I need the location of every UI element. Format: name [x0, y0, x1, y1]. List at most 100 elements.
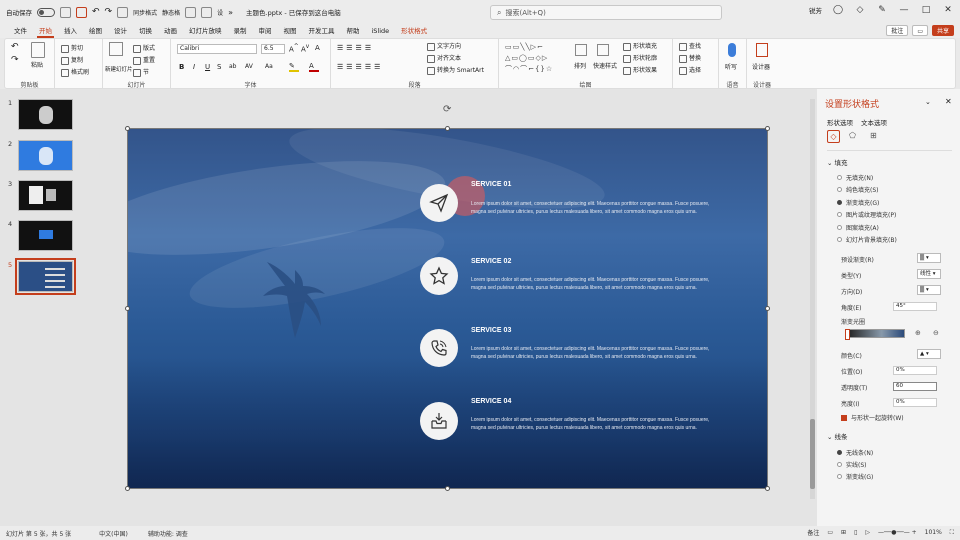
italic-button[interactable]: I — [193, 63, 195, 71]
resize-handle-sw[interactable] — [125, 486, 130, 491]
tab-design[interactable]: 设计 — [108, 24, 133, 38]
accessibility-status[interactable]: 辅助功能: 调查 — [148, 529, 188, 538]
tab-view[interactable]: 视图 — [278, 24, 303, 38]
undo-icon[interactable]: ↶ — [92, 7, 100, 17]
vertical-scrollbar[interactable] — [810, 99, 815, 499]
fill-line-icon[interactable]: ◇ — [827, 130, 840, 143]
brightness-input[interactable]: 0% — [893, 398, 937, 407]
shape-outline-button[interactable]: 形状轮廓 — [623, 53, 657, 63]
grid-icon[interactable] — [185, 6, 197, 18]
quick-format-sync[interactable]: 同步格式 — [133, 8, 157, 17]
panel-menu-icon[interactable]: ⌄ — [925, 98, 931, 106]
copy-button[interactable]: 复制 — [61, 55, 83, 65]
font-grow-button[interactable]: A^ — [289, 44, 299, 53]
image-icon[interactable] — [117, 6, 129, 18]
resize-handle-se[interactable] — [765, 486, 770, 491]
radio[interactable] — [837, 474, 842, 479]
radio-selected[interactable] — [837, 200, 842, 205]
underline-button[interactable]: U — [205, 63, 210, 71]
pen-icon[interactable]: ✎ — [876, 4, 888, 16]
section-button[interactable]: 节 — [133, 67, 149, 77]
bullets-button[interactable]: ☰☰☰☰ — [337, 44, 374, 52]
user-name[interactable]: 锐芳 — [809, 5, 822, 15]
strikethrough-button[interactable]: ab — [229, 63, 237, 70]
fill-option-gradient[interactable]: 渐变填充(G) — [837, 198, 879, 207]
resize-handle-nw[interactable] — [125, 126, 130, 131]
zoom-slider[interactable]: —──●──— + — [878, 529, 917, 536]
redo-icon[interactable]: ↷ — [105, 7, 113, 17]
shape-effects-button[interactable]: 形状效果 — [623, 65, 657, 75]
resize-handle-n[interactable] — [445, 126, 450, 131]
thumbnail-image[interactable] — [18, 140, 73, 171]
thumbnail-2[interactable]: 2 — [6, 140, 76, 174]
find-button[interactable]: 查找 — [679, 41, 701, 51]
diamond-icon[interactable]: ◇ — [854, 4, 866, 16]
quick-styles-button[interactable]: 快速样式 — [593, 61, 617, 70]
new-slide-icon[interactable] — [109, 42, 123, 56]
thumbnail-image[interactable] — [18, 99, 73, 130]
format-painter-button[interactable]: 格式刷 — [61, 67, 89, 77]
gradient-stop-bar[interactable] — [847, 329, 905, 338]
shadow-button[interactable]: S — [217, 63, 221, 71]
dictate-button[interactable]: 听写 — [725, 62, 737, 71]
search-input[interactable]: ⌕ 搜索(Alt+Q) — [490, 5, 722, 20]
resize-handle-e[interactable] — [765, 306, 770, 311]
tab-file[interactable]: 文件 — [8, 24, 33, 38]
thumbnail-5[interactable]: 5 — [6, 258, 76, 295]
share-button[interactable]: 共享 — [931, 25, 954, 36]
radio[interactable] — [837, 187, 842, 192]
more-icon[interactable]: » — [228, 8, 233, 17]
tab-developer[interactable]: 开发工具 — [303, 24, 341, 38]
file-name[interactable]: 主题色.pptx - 已保存到这台电脑 — [246, 7, 341, 17]
quick-set[interactable]: 设 — [217, 8, 223, 17]
line-section-header[interactable]: ⌄ 线条 — [827, 431, 848, 441]
checkbox-checked[interactable] — [841, 414, 847, 421]
preset-gradient-dropdown[interactable]: ▒ ▾ — [917, 253, 941, 263]
camera-button[interactable]: ▭ — [912, 25, 928, 36]
undo-button[interactable]: ↶ — [11, 42, 19, 52]
bold-button[interactable]: B — [179, 63, 184, 71]
align-text-button[interactable]: 对齐文本 — [427, 53, 461, 63]
radio[interactable] — [837, 462, 842, 467]
reading-view-icon[interactable]: ▯ — [854, 529, 857, 536]
fill-option-background[interactable]: 幻灯片背景填充(B) — [837, 235, 897, 244]
normal-view-icon[interactable]: ▭ — [827, 529, 833, 536]
select-button[interactable]: 选择 — [679, 65, 701, 75]
font-name-input[interactable]: Calibri — [177, 44, 257, 54]
thumbnail-4[interactable]: 4 — [6, 220, 76, 254]
arrange-icon[interactable] — [575, 44, 587, 56]
tab-animations[interactable]: 动画 — [158, 24, 183, 38]
thumbnail-image[interactable] — [15, 258, 76, 295]
line-option-solid[interactable]: 实线(S) — [837, 460, 867, 469]
color-picker[interactable]: ▲ ▾ — [917, 349, 941, 359]
scrollbar-thumb[interactable] — [810, 419, 815, 489]
arrange-button[interactable]: 排列 — [574, 61, 586, 70]
tab-record[interactable]: 录制 — [228, 24, 253, 38]
notes-button[interactable]: 备注 — [807, 528, 819, 537]
add-stop-icon[interactable]: ⊕ — [915, 329, 921, 337]
slideshow-view-icon[interactable]: ▷ — [865, 529, 870, 536]
fill-option-picture[interactable]: 图片或纹理填充(P) — [837, 210, 896, 219]
remove-stop-icon[interactable]: ⊖ — [933, 329, 939, 337]
resize-handle-s[interactable] — [445, 486, 450, 491]
size-properties-icon[interactable]: ⊞ — [870, 131, 877, 140]
redo-button[interactable]: ↷ — [11, 55, 19, 65]
text-direction-button[interactable]: 文字方向 — [427, 41, 461, 51]
tab-home[interactable]: 开始 — [33, 24, 58, 38]
radio-selected[interactable] — [837, 450, 842, 455]
thumbnail-image[interactable] — [18, 180, 73, 211]
comment-button[interactable]: 批注 — [886, 25, 909, 36]
quick-static[interactable]: 静态格 — [162, 8, 180, 17]
designer-icon[interactable] — [756, 43, 768, 57]
replace-button[interactable]: 替换 — [679, 53, 701, 63]
align-buttons[interactable]: ☰☰☰☰☰ — [337, 63, 383, 71]
tab-help[interactable]: 帮助 — [341, 24, 366, 38]
slideshow-icon[interactable] — [76, 6, 87, 18]
tab-shape-format[interactable]: 形状格式 — [395, 24, 433, 38]
position-input[interactable]: 0% — [893, 366, 937, 375]
new-slide-button[interactable]: 新建幻灯片 — [105, 65, 133, 73]
gradient-stop-handle[interactable] — [845, 329, 850, 340]
save-icon[interactable] — [60, 6, 71, 18]
angle-input[interactable]: 45° — [893, 302, 937, 311]
spacing-button[interactable]: AV — [245, 63, 253, 70]
